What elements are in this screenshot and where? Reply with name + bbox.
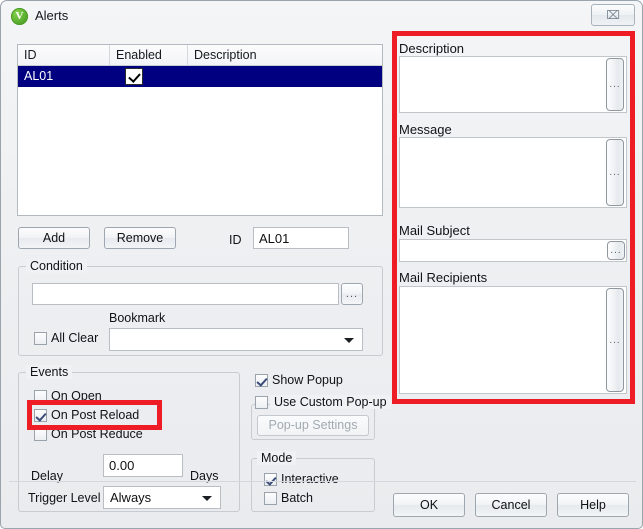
footer-divider [9,481,636,482]
chevron-down-icon [202,495,212,501]
close-icon: ⌧ [606,8,620,22]
help-button[interactable]: Help [557,493,629,517]
on-post-reload-label: On Post Reload [51,408,140,422]
on-post-reduce-label: On Post Reduce [51,427,143,441]
mail-recipients-label: Mail Recipients [399,270,488,285]
mail-subject-input[interactable] [399,239,627,262]
batch-checkbox[interactable] [264,492,277,505]
events-group-title: Events [26,365,73,379]
alerts-list-header: ID Enabled Description [18,45,382,66]
message-textarea[interactable] [399,137,627,208]
condition-expression-browse-button[interactable]: ... [341,283,363,305]
column-header-enabled[interactable]: Enabled [110,45,188,65]
on-post-reload-checkbox[interactable] [34,409,47,422]
alerts-dialog: V Alerts ⌧ ID Enabled Description AL01 A… [0,0,643,529]
trigger-level-select[interactable]: Always [103,486,221,509]
qlikview-logo-icon: V [11,8,28,25]
show-popup-label: Show Popup [272,373,343,387]
ok-button[interactable]: OK [393,493,465,517]
interactive-label: Interactive [281,472,339,486]
window-title: Alerts [35,8,69,23]
use-custom-popup-label: Use Custom Pop-up [270,395,391,409]
bookmark-select[interactable] [109,328,363,351]
add-button[interactable]: Add [18,227,90,249]
description-textarea[interactable] [399,56,627,113]
remove-button[interactable]: Remove [104,227,176,249]
on-open-checkbox[interactable] [34,390,47,403]
id-field-label: ID [229,233,242,247]
message-label: Message [399,122,452,137]
batch-label: Batch [281,491,313,505]
qlikview-logo-letter: V [15,10,24,22]
close-button[interactable]: ⌧ [591,4,635,26]
condition-expression-input[interactable] [32,283,339,305]
trigger-level-value: Always [110,490,152,505]
mail-subject-label: Mail Subject [399,223,470,238]
bookmark-label: Bookmark [109,311,166,325]
id-input[interactable] [253,227,349,249]
on-post-reduce-checkbox[interactable] [34,428,47,441]
mail-recipients-textarea[interactable] [399,286,627,394]
cell-id: AL01 [24,69,54,83]
chevron-down-icon [344,337,354,343]
all-clear-label: All Clear [51,331,99,345]
cancel-button[interactable]: Cancel [475,493,547,517]
column-header-id[interactable]: ID [18,45,110,65]
cell-enabled-checkbox[interactable] [125,68,143,85]
delay-input[interactable] [103,454,183,477]
condition-group-title: Condition [26,259,87,273]
table-row[interactable]: AL01 [18,66,382,87]
description-browse-button[interactable]: ... [606,58,624,111]
title-bar: V Alerts ⌧ [1,1,642,33]
all-clear-checkbox[interactable] [34,332,47,345]
mode-group-title: Mode [257,451,297,465]
show-popup-checkbox[interactable] [255,374,268,387]
interactive-checkbox[interactable] [264,473,277,486]
column-header-description[interactable]: Description [188,45,382,65]
mail-subject-browse-button[interactable]: ... [607,241,625,260]
mail-recipients-browse-button[interactable]: ... [606,288,624,392]
alerts-list[interactable]: ID Enabled Description AL01 [17,44,383,216]
on-open-label: On Open [51,389,102,403]
trigger-level-label: Trigger Level [28,491,101,505]
popup-settings-button[interactable]: Pop-up Settings [257,415,369,436]
use-custom-popup-checkbox[interactable] [255,396,268,409]
message-browse-button[interactable]: ... [606,139,624,206]
description-label: Description [399,41,465,56]
